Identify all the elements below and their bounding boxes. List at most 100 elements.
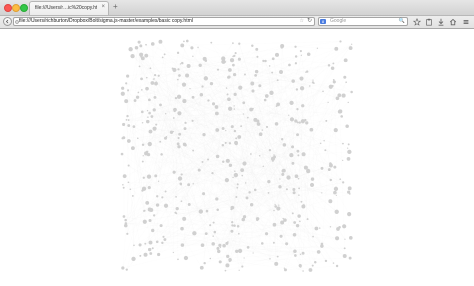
graph-node[interactable]	[213, 230, 217, 234]
graph-node[interactable]	[183, 255, 189, 261]
graph-node[interactable]	[264, 59, 267, 63]
graph-node[interactable]	[163, 203, 169, 208]
graph-node[interactable]	[264, 232, 269, 236]
graph-node[interactable]	[254, 73, 258, 77]
graph-node[interactable]	[271, 57, 275, 61]
graph-node[interactable]	[227, 241, 229, 243]
graph-node[interactable]	[215, 154, 220, 159]
graph-node[interactable]	[347, 190, 351, 194]
graph-node[interactable]	[278, 204, 280, 206]
graph-node[interactable]	[241, 265, 244, 268]
search-bar[interactable]: 8 Google 🔍	[318, 17, 408, 26]
graph-node[interactable]	[180, 226, 184, 231]
graph-node[interactable]	[312, 82, 315, 84]
graph-node[interactable]	[153, 78, 155, 80]
graph-node[interactable]	[131, 256, 136, 262]
graph-node[interactable]	[299, 76, 304, 81]
graph-node[interactable]	[267, 192, 270, 194]
graph-node[interactable]	[246, 116, 249, 119]
graph-node[interactable]	[233, 92, 237, 96]
graph-node[interactable]	[321, 192, 323, 194]
new-tab-button[interactable]: +	[113, 2, 118, 12]
graph-node[interactable]	[265, 125, 269, 129]
graph-node[interactable]	[308, 268, 313, 272]
graph-node[interactable]	[182, 216, 187, 221]
graph-node[interactable]	[252, 252, 254, 254]
graph-node[interactable]	[250, 81, 255, 86]
graph-node[interactable]	[236, 224, 240, 228]
graph-node[interactable]	[134, 46, 139, 50]
graph-node[interactable]	[342, 142, 344, 145]
graph-node[interactable]	[204, 232, 208, 235]
graph-node[interactable]	[150, 115, 154, 118]
graph-node[interactable]	[256, 55, 259, 58]
graph-node[interactable]	[225, 158, 230, 163]
graph-node[interactable]	[159, 140, 162, 143]
graph-node[interactable]	[177, 176, 183, 181]
graph-node[interactable]	[328, 163, 333, 168]
graph-node[interactable]	[179, 63, 182, 65]
graph-node[interactable]	[230, 125, 234, 129]
graph-node[interactable]	[301, 251, 305, 255]
graph-node[interactable]	[122, 215, 126, 218]
graph-node[interactable]	[291, 161, 295, 165]
graph-node[interactable]	[120, 152, 124, 156]
graph-node[interactable]	[289, 153, 294, 158]
graph-node[interactable]	[274, 122, 279, 126]
graph-node[interactable]	[181, 61, 184, 65]
graph-node[interactable]	[291, 145, 295, 149]
graph-node[interactable]	[284, 268, 287, 272]
graph-node[interactable]	[121, 86, 125, 90]
graph-node[interactable]	[245, 196, 249, 200]
graph-node[interactable]	[174, 96, 178, 100]
graph-node[interactable]	[200, 243, 205, 248]
graph-node[interactable]	[216, 68, 220, 71]
graph-node[interactable]	[297, 177, 300, 180]
graph-node[interactable]	[139, 254, 142, 257]
graph-node[interactable]	[323, 140, 325, 142]
graph-node[interactable]	[122, 174, 127, 179]
graph-node[interactable]	[347, 186, 352, 191]
graph-node[interactable]	[242, 113, 245, 115]
graph-node[interactable]	[172, 170, 176, 174]
graph-node[interactable]	[261, 129, 264, 131]
graph-node[interactable]	[240, 125, 243, 128]
graph-node[interactable]	[350, 90, 353, 94]
graph-node[interactable]	[154, 174, 158, 178]
graph-node[interactable]	[330, 66, 335, 70]
graph-node[interactable]	[298, 121, 301, 124]
graph-node[interactable]	[274, 261, 279, 266]
graph-node[interactable]	[222, 160, 225, 163]
graph-node[interactable]	[237, 57, 241, 61]
graph-node[interactable]	[276, 206, 281, 211]
graph-node[interactable]	[291, 79, 295, 83]
graph-node[interactable]	[198, 63, 202, 68]
graph-node[interactable]	[276, 79, 279, 82]
graph-node[interactable]	[217, 249, 221, 254]
graph-node[interactable]	[142, 219, 147, 224]
graph-node[interactable]	[159, 103, 162, 107]
graph-node[interactable]	[146, 174, 152, 179]
graph-node[interactable]	[232, 72, 237, 77]
graph-node[interactable]	[189, 88, 191, 90]
graph-node[interactable]	[249, 203, 254, 207]
graph-node[interactable]	[251, 89, 255, 93]
graph-node[interactable]	[262, 59, 265, 63]
graph-node[interactable]	[294, 62, 298, 65]
graph-node[interactable]	[178, 74, 181, 77]
graph-node[interactable]	[268, 148, 272, 152]
graph-node[interactable]	[232, 55, 234, 58]
graph-node[interactable]	[120, 91, 125, 96]
graph-node[interactable]	[142, 155, 144, 157]
graph-node[interactable]	[141, 189, 144, 192]
graph-node[interactable]	[148, 219, 152, 223]
graph-node[interactable]	[177, 145, 181, 149]
graph-node[interactable]	[322, 90, 324, 93]
graph-node[interactable]	[343, 75, 347, 79]
graph-node[interactable]	[151, 228, 155, 233]
graph-node[interactable]	[177, 111, 182, 116]
graph-node[interactable]	[127, 124, 131, 127]
graph-node[interactable]	[192, 231, 197, 236]
graph-node[interactable]	[155, 203, 160, 207]
graph-node[interactable]	[141, 122, 144, 124]
